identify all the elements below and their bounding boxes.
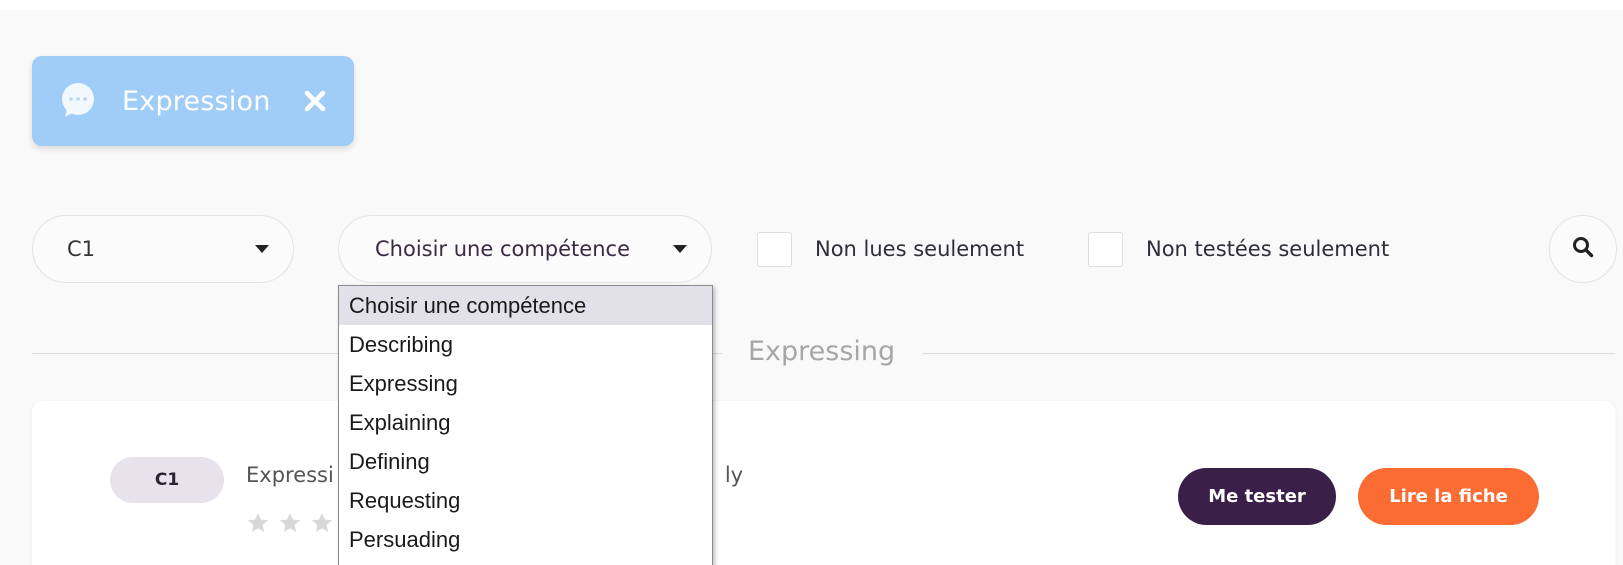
read-sheet-button[interactable]: Lire la fiche [1358, 468, 1539, 525]
untested-only-filter: Non testées seulement [1088, 231, 1389, 267]
test-me-button[interactable]: Me tester [1178, 468, 1336, 525]
star-icon [312, 513, 332, 532]
skill-option[interactable]: Explaining [339, 403, 712, 442]
close-icon[interactable] [301, 87, 329, 115]
skill-option[interactable]: Requesting [339, 481, 712, 520]
star-icon [280, 513, 300, 532]
skill-option[interactable]: Describing [339, 325, 712, 364]
unread-only-checkbox[interactable] [757, 231, 792, 267]
search-button[interactable] [1549, 215, 1617, 283]
untested-only-checkbox[interactable] [1088, 231, 1123, 267]
caret-down-icon [255, 245, 269, 253]
level-select-value: C1 [67, 237, 96, 261]
section-divider-right [922, 353, 1615, 354]
topic-chip: Expression [32, 56, 354, 146]
caret-down-icon [673, 245, 687, 253]
lesson-card: C1 Expressi ly Me tester Lire la fiche [32, 401, 1615, 565]
skill-option[interactable]: Defining [339, 442, 712, 481]
skill-dropdown-list: Choisir une compétence Describing Expres… [338, 285, 713, 565]
search-icon [1572, 236, 1594, 262]
skill-option[interactable]: Choisir une compétence [339, 286, 712, 325]
card-title-start: Expressi [246, 463, 334, 487]
untested-only-label[interactable]: Non testées seulement [1146, 237, 1389, 261]
card-title-end: ly [724, 463, 744, 487]
speech-bubble-icon [58, 81, 98, 121]
skill-select-value: Choisir une compétence [375, 237, 630, 261]
star-icon [248, 513, 268, 532]
skill-option[interactable]: Persuading [339, 520, 712, 559]
rating-stars [246, 511, 334, 535]
level-select[interactable]: C1 [32, 215, 294, 283]
topic-chip-label: Expression [122, 85, 271, 117]
card-level-badge: C1 [110, 457, 224, 503]
unread-only-label[interactable]: Non lues seulement [815, 237, 1024, 261]
skill-option[interactable]: Expressing [339, 364, 712, 403]
skill-select[interactable]: Choisir une compétence [338, 215, 712, 283]
unread-only-filter: Non lues seulement [757, 231, 1024, 267]
section-title: Expressing [748, 336, 896, 367]
